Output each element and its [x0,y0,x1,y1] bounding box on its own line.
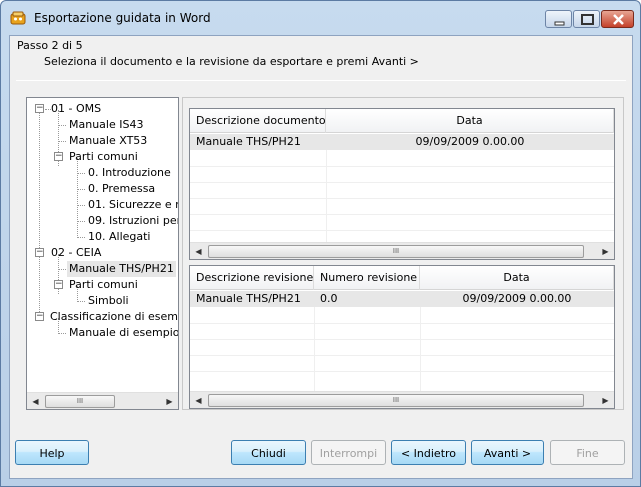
maximize-button[interactable] [573,10,600,28]
word-export-app-icon [10,11,26,25]
documents-grid-header: Descrizione documento Data [190,109,614,133]
grid-line [190,323,614,324]
tree-connector [77,237,85,238]
column-header-data[interactable]: Data [420,266,614,290]
tree-node-label: Manuale XT53 [69,134,148,147]
document-description-cell: Manuale THS/PH21 [196,135,301,148]
tree-node-label: 10. Allegati [88,230,151,243]
scroll-right-icon[interactable]: ▶ [161,393,178,409]
tree-node-label: 01 - OMS [51,102,102,115]
tree-node-label: Classificazione di esempio [50,310,179,323]
revision-description-cell: Manuale THS/PH21 [196,292,301,305]
tree-node-label: 09. Istruzioni per l [88,214,179,227]
grid-line [190,198,614,199]
column-header-data[interactable]: Data [326,109,614,133]
grid-line [190,230,614,231]
scroll-right-icon[interactable]: ▶ [597,392,614,408]
scroll-right-icon[interactable]: ▶ [597,243,614,259]
tree-node-label: Manuale THS/PH21 [67,261,176,277]
grid-line [314,307,315,391]
scroll-left-icon[interactable]: ◀ [27,393,44,409]
revision-row[interactable]: Manuale THS/PH21 0.0 09/09/2009 0.00.00 [190,291,614,307]
tree-node-label: 0. Premessa [88,182,156,195]
scroll-left-icon[interactable]: ◀ [190,243,207,259]
tree-horizontal-scrollbar[interactable]: ◀ III ▶ [27,392,178,409]
revision-date-cell: 09/09/2009 0.00.00 [462,292,572,305]
next-button[interactable]: Avanti > [471,440,544,465]
scroll-thumb[interactable]: III [208,245,584,258]
document-row[interactable]: Manuale THS/PH21 09/09/2009 0.00.00 [190,134,614,150]
tree-connector [58,269,66,270]
column-header-descrizione-documento[interactable]: Descrizione documento [190,109,326,133]
tree-connector [77,189,85,190]
document-tree[interactable]: − 01 - OMS Manuale IS43 Manuale XT53 − P… [26,97,179,410]
finish-button[interactable]: Fine [550,440,625,465]
grid-line [190,214,614,215]
tree-connector [58,333,66,334]
documents-grid[interactable]: Descrizione documento Data Manuale THS/P… [189,108,615,260]
title-bar[interactable]: Esportazione guidata in Word [1,1,640,35]
grid-line [190,182,614,183]
maximize-icon [581,14,594,25]
tree-node-label: 01. Sicurezze e nc [88,198,179,211]
tree-node-label: Manuale di esempio [69,326,179,339]
grid-line [190,339,614,340]
abort-button[interactable]: Interrompi [311,440,386,465]
minimize-button[interactable] [545,10,572,28]
revisions-grid-header: Descrizione revisione Numero revisione D… [190,266,614,290]
tree-connector [77,301,85,302]
tree-node-label: 0. Introduzione [88,166,171,179]
tree-connector [77,173,85,174]
column-header-descrizione-revisione[interactable]: Descrizione revisione [190,266,314,290]
revisions-horizontal-scrollbar[interactable]: ◀ III ▶ [190,391,614,408]
tree-connector [58,141,66,142]
collapse-icon[interactable]: − [35,104,44,113]
grid-line [190,355,614,356]
tree-connector [77,158,78,238]
step-instruction: Seleziona il documento e la revisione da… [44,55,419,68]
tree-node-label: Simboli [88,294,129,307]
scroll-thumb[interactable]: III [208,394,584,407]
close-wizard-button[interactable]: Chiudi [231,440,306,465]
grid-line [326,150,327,242]
tree-connector [58,125,66,126]
scroll-thumb[interactable]: III [45,395,115,408]
revisions-grid[interactable]: Descrizione revisione Numero revisione D… [189,265,615,409]
tree-node-label: 02 - CEIA [51,246,102,259]
grid-line [190,166,614,167]
collapse-icon[interactable]: − [54,280,63,289]
collapse-icon[interactable]: − [35,312,44,321]
column-header-numero-revisione[interactable]: Numero revisione [314,266,420,290]
help-button[interactable]: Help [15,440,89,465]
back-button[interactable]: < Indietro [391,440,466,465]
tree-node-label: Parti comuni [69,150,138,163]
revision-number-cell: 0.0 [320,292,338,305]
tree-connector [39,110,40,318]
collapse-icon[interactable]: − [35,248,44,257]
tree-node-label: Parti comuni [69,278,138,291]
document-date-cell: 09/09/2009 0.00.00 [415,135,525,148]
documents-horizontal-scrollbar[interactable]: ◀ III ▶ [190,242,614,259]
grid-line [190,371,614,372]
tree-node-label: Manuale IS43 [69,118,144,131]
scroll-left-icon[interactable]: ◀ [190,392,207,408]
close-button[interactable] [601,10,634,28]
tree-connector [77,205,85,206]
step-indicator: Passo 2 di 5 [17,39,83,52]
close-icon [613,14,624,25]
grid-line [420,307,421,391]
minimize-icon [554,21,565,26]
collapse-icon[interactable]: − [54,152,63,161]
tree-connector [77,221,85,222]
window-title: Esportazione guidata in Word [34,11,211,25]
header-separator [16,80,626,81]
